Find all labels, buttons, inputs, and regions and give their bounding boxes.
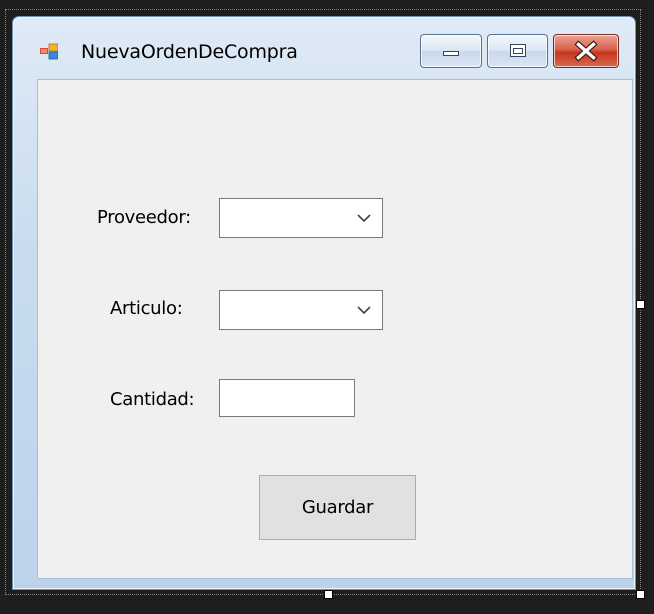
minimize-icon	[443, 51, 459, 56]
maximize-icon	[510, 44, 526, 57]
windows-form-icon	[40, 43, 58, 60]
articulo-combobox[interactable]	[219, 290, 383, 330]
close-button[interactable]	[553, 34, 619, 68]
guardar-button[interactable]: Guardar	[259, 475, 416, 540]
resize-handle-bottom[interactable]	[324, 590, 333, 599]
form-window: NuevaOrdenDeCompra Proveedor: Articulo:	[12, 16, 636, 590]
maximize-button[interactable]	[487, 34, 548, 68]
resize-handle-corner[interactable]	[636, 590, 645, 599]
form-client-area: Proveedor: Articulo: Cantidad: Guardar	[37, 79, 633, 579]
chevron-down-icon	[357, 214, 371, 223]
chevron-down-icon	[357, 306, 371, 315]
minimize-button[interactable]	[420, 34, 482, 68]
proveedor-combobox[interactable]	[219, 198, 383, 238]
title-bar[interactable]: NuevaOrdenDeCompra	[13, 17, 635, 79]
cantidad-textbox[interactable]	[219, 379, 355, 417]
cantidad-label: Cantidad:	[110, 389, 195, 410]
close-icon	[574, 40, 598, 62]
resize-handle-right[interactable]	[636, 300, 645, 309]
window-title: NuevaOrdenDeCompra	[81, 41, 298, 63]
proveedor-label: Proveedor:	[97, 207, 191, 228]
articulo-label: Articulo:	[110, 298, 183, 319]
